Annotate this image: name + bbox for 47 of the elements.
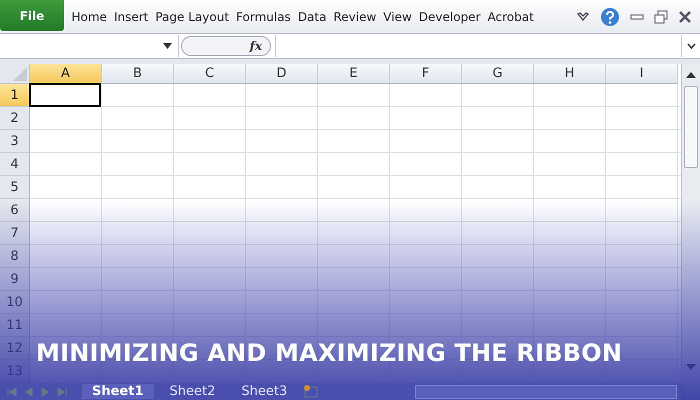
chevron-icon[interactable]	[576, 10, 590, 22]
insert-function-button[interactable]: fx	[250, 39, 262, 53]
column-header[interactable]: G	[462, 64, 534, 84]
ribbon-tab[interactable]: Home	[68, 10, 110, 24]
ribbon-tab[interactable]: Review	[330, 10, 380, 24]
corner-triangle-icon	[13, 67, 27, 81]
help-icon[interactable]	[600, 6, 620, 26]
row-header[interactable]: 8	[0, 245, 30, 268]
file-tab[interactable]: File	[0, 0, 64, 31]
ribbon-tab[interactable]: Page Layout	[152, 10, 233, 24]
up-arrow-icon[interactable]	[686, 72, 696, 78]
ribbon-tab[interactable]: Data	[294, 10, 330, 24]
row-header[interactable]: 3	[0, 130, 30, 153]
column-header[interactable]: I	[606, 64, 678, 84]
minimize-icon[interactable]	[630, 12, 644, 20]
column-header[interactable]: B	[102, 64, 174, 84]
column-header[interactable]: D	[246, 64, 318, 84]
horizontal-scrollbar[interactable]	[415, 384, 677, 398]
scroll-thumb[interactable]	[684, 86, 698, 168]
active-cell[interactable]	[29, 83, 101, 107]
row-header[interactable]: 4	[0, 153, 30, 176]
column-header[interactable]: H	[534, 64, 606, 84]
ribbon-tab[interactable]: View	[380, 10, 416, 24]
ribbon-tab[interactable]: Formulas	[232, 10, 294, 24]
row-header[interactable]: 6	[0, 199, 30, 222]
chevron-icon[interactable]	[686, 43, 696, 49]
vertical-scrollbar[interactable]	[681, 64, 700, 400]
row-header[interactable]: 1	[0, 84, 30, 107]
sheet-tab[interactable]: Sheet2	[160, 384, 226, 399]
ribbon-tab[interactable]: Developer	[415, 10, 484, 24]
row-header[interactable]: 2	[0, 107, 30, 130]
row-header[interactable]: 5	[0, 176, 30, 199]
ribbon-tab[interactable]: Acrobat	[484, 10, 538, 24]
restore-icon[interactable]	[654, 10, 668, 24]
column-header[interactable]: A	[30, 64, 102, 84]
row-header[interactable]: 10	[0, 291, 30, 314]
column-header[interactable]: F	[390, 64, 462, 84]
column-header[interactable]: E	[318, 64, 390, 84]
sheet-tab[interactable]: Sheet1	[82, 384, 154, 399]
row-header[interactable]: 9	[0, 268, 30, 291]
ribbon-tab[interactable]: Insert	[110, 10, 152, 24]
row-header[interactable]: 7	[0, 222, 30, 245]
sheet-tab[interactable]: Sheet3	[231, 384, 298, 399]
column-header[interactable]: C	[174, 64, 246, 84]
caret-icon[interactable]	[163, 43, 172, 49]
banner-title: MINIMIZING AND MAXIMIZING THE RIBBON	[36, 339, 622, 367]
close-icon[interactable]	[678, 10, 692, 24]
